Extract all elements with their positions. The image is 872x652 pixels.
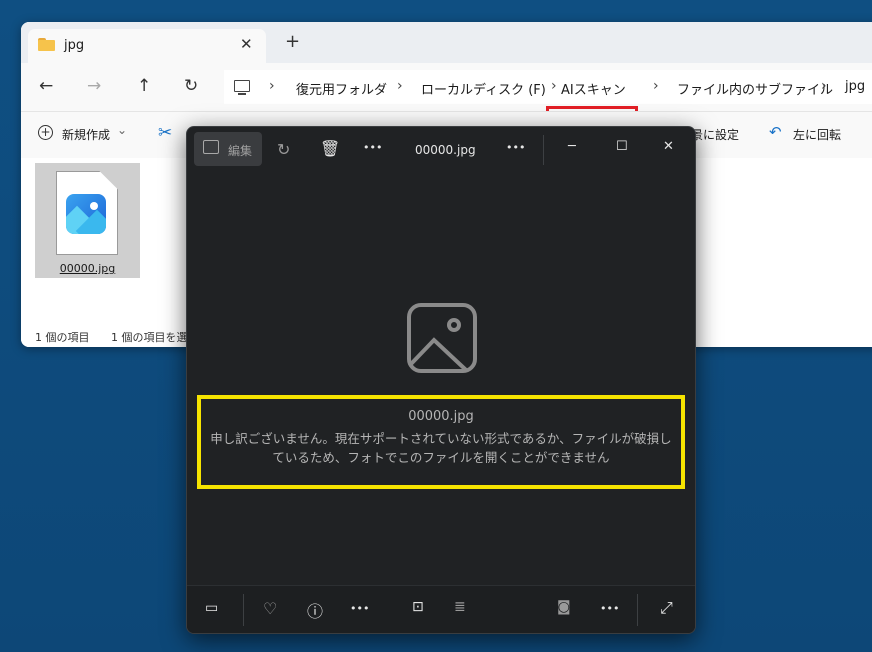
minimize-icon[interactable]: ─ [568,139,576,154]
new-icon[interactable]: + [38,125,53,140]
more-options-icon[interactable]: ••• [506,141,525,154]
set-as-background-button[interactable]: 景に設定 [691,126,739,143]
info-icon[interactable]: ⓘ [307,598,323,622]
highlight-yellow-box [197,395,685,489]
text-scan-icon[interactable]: ≣ [454,599,466,615]
rotate-left-icon[interactable]: ↶ [769,123,782,141]
toolbar-divider [543,135,544,165]
chevron-right-icon[interactable]: › [653,78,659,94]
address-bar-row: ← → ↑ ↻ › 復元用フォルダ › ローカルディスク (F) › AIスキャ… [21,63,872,144]
rotate-icon[interactable]: ↻ [277,140,290,159]
edit-icon [203,140,219,154]
edit-label: 編集 [228,144,253,158]
close-icon[interactable]: ✕ [663,139,674,154]
tab-close-icon[interactable]: ✕ [240,35,253,53]
rotate-left-button[interactable]: 左に回転 [793,126,841,143]
chevron-right-icon[interactable]: › [269,78,275,94]
breadcrumb-item-subfiles[interactable]: ファイル内のサブファイル [677,79,833,98]
viewer-bottom-bar: ▭ ♡ ⓘ ••• ⊡ ≣ ◙ ••• ⤢ [187,585,695,633]
breadcrumb-item-ai-scan[interactable]: AIスキャン [561,79,626,98]
viewer-toolbar: 編集 ↻ 🗑 ••• 00000.jpg ••• ─ ☐ ✕ [187,127,695,173]
folder-icon [38,38,55,51]
tab-jpg[interactable]: jpg ✕ [28,29,266,63]
breadcrumb-item-recovery[interactable]: 復元用フォルダ [296,79,387,98]
file-item[interactable]: 00000.jpg [35,163,140,278]
photos-viewer-window: 編集 ↻ 🗑 ••• 00000.jpg ••• ─ ☐ ✕ 00000.jpg… [186,126,696,634]
cut-icon[interactable]: ✂ [158,123,172,143]
photo-icon [66,194,106,234]
chevron-right-icon[interactable]: › [821,78,827,94]
fullscreen-icon[interactable]: ⤢ [660,598,673,618]
bottom-divider [243,594,244,626]
chevron-right-icon[interactable]: › [397,78,403,94]
image-placeholder-icon [407,303,477,373]
more-bottom-icon[interactable]: ••• [600,602,619,615]
selected-count: 1 個の項目を選 [111,331,188,344]
delete-icon[interactable]: 🗑 [320,139,340,158]
up-icon[interactable]: ↑ [137,76,151,96]
chevron-right-icon[interactable]: › [551,78,557,94]
filmstrip-icon[interactable]: ▭ [205,600,218,616]
more-icon[interactable]: ••• [363,141,382,154]
tab-title: jpg [64,38,85,53]
new-tab-button[interactable]: + [285,33,300,51]
maximize-icon[interactable]: ☐ [616,139,628,154]
new-button[interactable]: 新規作成 [62,126,110,143]
breadcrumb[interactable]: › 復元用フォルダ › ローカルディスク (F) › AIスキャン › ファイル… [224,70,872,104]
tab-bar: jpg ✕ + [21,22,872,63]
back-icon[interactable]: ← [39,76,53,96]
more-icon[interactable]: ••• [350,602,369,615]
chevron-down-icon[interactable]: ⌄ [117,123,127,137]
pc-icon[interactable] [234,80,250,95]
screenshot-icon[interactable]: ◙ [557,599,571,615]
visual-search-icon[interactable]: ⊡ [412,599,424,615]
file-name: 00000.jpg [59,262,116,275]
item-count: 1 個の項目 [35,331,90,344]
refresh-icon[interactable]: ↻ [184,76,198,96]
forward-icon[interactable]: → [87,76,101,96]
edit-button[interactable]: 編集 [194,132,262,166]
breadcrumb-item-local-disk[interactable]: ローカルディスク (F) [421,79,546,98]
breadcrumb-item-jpg[interactable]: jpg [845,79,865,94]
viewer-title: 00000.jpg [415,143,476,157]
bottom-divider [637,594,638,626]
heart-icon[interactable]: ♡ [263,599,277,618]
